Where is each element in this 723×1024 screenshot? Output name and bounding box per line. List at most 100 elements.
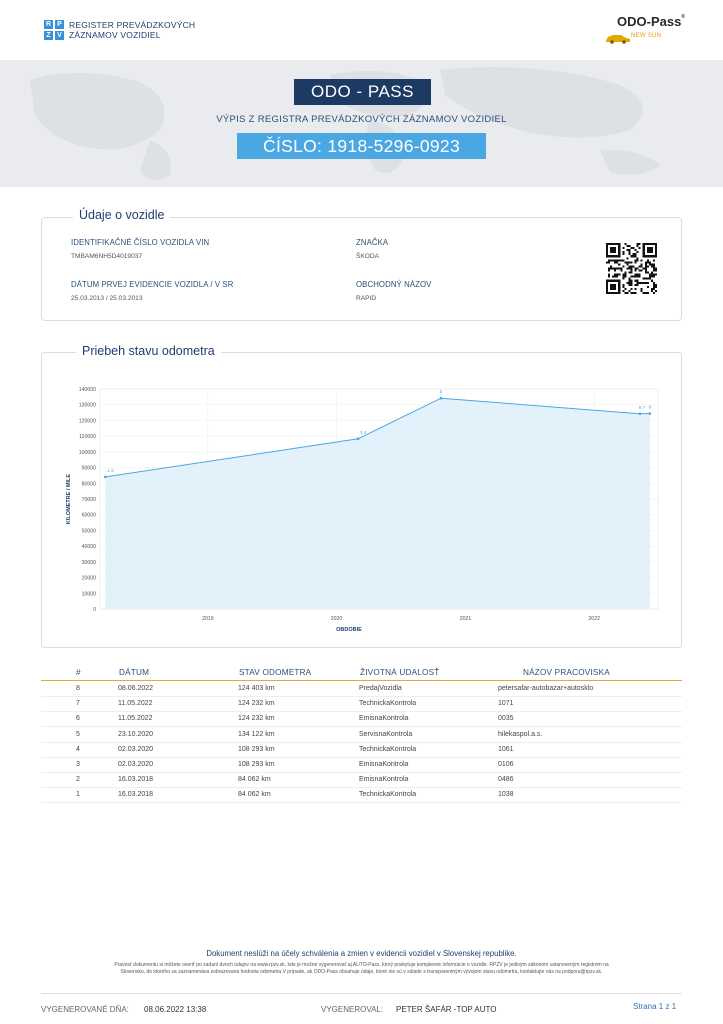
rpzv-logo-text: REGISTER PREVÁDZKOVÝCH ZÁZNAMOV VOZIDIEL	[69, 20, 195, 40]
car-icon	[606, 35, 630, 44]
rpzv-letter: Z	[44, 31, 53, 40]
row-date: 11.05.2022	[118, 700, 153, 708]
column-header-odometer: STAV ODOMETRA	[239, 668, 312, 677]
chart-point-label: 5	[440, 389, 443, 394]
odometer-chart: 0 10000 20000 30000 40000 50000 60000 70000 8000…	[66, 387, 659, 633]
chart-point-label: 1 2	[107, 468, 114, 473]
row-event: TechnickaKontrola	[359, 791, 417, 799]
chart-x-tick-label: 2019	[202, 616, 214, 622]
row-odometer: 84 062 km	[238, 776, 271, 784]
chart-x-axis-label: OBDOBIE	[336, 627, 362, 633]
chart-y-ticks: 0 10000 20000 30000 40000 50000 60000 70000 8000…	[79, 387, 96, 613]
row-odometer: 124 232 km	[238, 700, 275, 708]
title-banner: ODO - PASS VÝPIS Z REGISTRA PREVÁDZKOVÝC…	[0, 60, 723, 187]
row-odometer: 84 062 km	[238, 791, 271, 799]
brand-label: ZNAČKA	[356, 238, 389, 247]
table-row: 4 02.03.2020 108 293 km TechnickaKontrola 10…	[41, 743, 682, 758]
chart-area-fill	[105, 398, 650, 609]
row-workplace: petersafar-autobazar+autosklo	[498, 685, 594, 692]
generated-date-label: VYGENEROVANÉ DŇA:	[41, 1005, 129, 1014]
row-date: 23.10.2020	[118, 730, 154, 738]
row-workplace: 0106	[498, 761, 514, 768]
page-header: R P Z V REGISTER PREVÁDZKOVÝCH ZÁZNAMOV …	[0, 0, 723, 60]
rpzv-logo-line2: ZÁZNAMOV VOZIDIEL	[69, 30, 161, 40]
vin-value: TMBAM6NH5D4019037	[71, 253, 143, 260]
chart-point	[648, 412, 652, 415]
row-odometer: 124 403 km	[238, 685, 275, 692]
column-header-workplace: NÁZOV PRACOVISKA	[523, 668, 610, 677]
document-title: ODO - PASS	[294, 79, 431, 105]
row-index: 5	[76, 730, 80, 738]
table-row: 8 08.06.2022 124 403 km PredajVozidla peters…	[41, 682, 682, 697]
row-event: EmisnaKontrola	[359, 715, 409, 723]
chart-y-tick-label: 40000	[82, 544, 97, 550]
row-index: 4	[76, 745, 80, 753]
table-row: 6 11.05.2022 124 232 km EmisnaKontrola 0035	[41, 712, 682, 728]
column-header-index: #	[76, 668, 81, 677]
table-row: 2 16.03.2018 84 062 km EmisnaKontrola 0486	[41, 773, 682, 789]
row-workplace: hilekaspol.a.s.	[498, 730, 543, 738]
trade-name-label: OBCHODNÝ NÁZOV	[356, 280, 432, 289]
row-date: 02.03.2020	[118, 761, 154, 768]
row-event: TechnickaKontrola	[359, 745, 417, 753]
table-row: 7 11.05.2022 124 232 km TechnickaKontrola 10…	[41, 697, 682, 713]
chart-point-label: 3 4	[360, 430, 367, 435]
odo-pass-logo-name: ODO-Pass®	[617, 14, 685, 29]
row-event: EmisnaKontrola	[359, 761, 409, 768]
footer-disclaimer-line2: Slovensku, do ktorého sa zaznamenáva zob…	[120, 968, 603, 975]
chart-y-axis-label: KILOMETRE / MILE	[66, 474, 72, 524]
chart-y-tick-label: 50000	[82, 528, 97, 534]
vehicle-details-title: Údaje o vozidle	[73, 208, 171, 222]
chart-y-tick-label: 140000	[79, 387, 96, 393]
rpzv-logo-mark: R P Z V	[44, 20, 64, 40]
chart-point	[103, 475, 107, 479]
column-header-date: DÁTUM	[119, 668, 150, 677]
row-date: 16.03.2018	[118, 776, 154, 784]
chart-y-tick-label: 90000	[82, 466, 97, 472]
row-odometer: 134 122 km	[238, 730, 275, 738]
chart-y-tick-label: 80000	[82, 481, 97, 487]
column-header-event: ŽIVOTNÁ UDALOSŤ	[360, 668, 440, 677]
chart-y-tick-label: 110000	[79, 434, 96, 440]
chart-y-tick-label: 10000	[82, 591, 97, 597]
document-subtitle: VÝPIS Z REGISTRA PREVÁDZKOVÝCH ZÁZNAMOV …	[216, 114, 507, 125]
registered-mark: ®	[681, 14, 685, 20]
chart-y-tick-label: 0	[93, 607, 96, 613]
row-odometer: 108 293 km	[238, 761, 275, 768]
row-event: TechnickaKontrola	[359, 700, 417, 708]
rpzv-letter: V	[55, 31, 64, 40]
chart-y-tick-label: 20000	[82, 576, 97, 582]
footer-divider	[41, 993, 682, 994]
footer-disclaimer-line1: Pravosť dokumentu si môžete overiť po za…	[114, 962, 609, 968]
table-row: 5 23.10.2020 134 122 km ServisnaKontrola hil…	[41, 728, 682, 743]
row-workplace: 1038	[498, 791, 514, 799]
row-workplace: 1061	[498, 745, 514, 753]
document-number: ČÍSLO: 1918-5296-0923	[237, 133, 486, 159]
chart-x-tick-label: 2021	[460, 616, 472, 622]
rpzv-logo-line1: REGISTER PREVÁDZKOVÝCH	[69, 20, 196, 30]
table-row: 1 16.03.2018 84 062 km TechnickaKontrola 103…	[41, 788, 682, 804]
footer-notice: Dokument neslúži na účely schválenia a z…	[206, 949, 517, 958]
odo-pass-logo-text: ODO-Pass	[617, 14, 682, 29]
chart-y-tick-label: 60000	[82, 513, 97, 519]
chart-y-tick-label: 100000	[79, 450, 96, 456]
row-index: 3	[76, 761, 80, 768]
chart-y-tick-label: 130000	[79, 403, 96, 409]
row-odometer: 124 232 km	[238, 715, 275, 723]
trade-name-value: RAPID	[356, 295, 377, 302]
row-date: 16.03.2018	[118, 791, 154, 799]
page-number: Strana 1 z 1	[633, 1002, 677, 1011]
generated-by-label: VYGENEROVAL:	[321, 1005, 384, 1014]
row-workplace: 1071	[498, 700, 514, 708]
table-header-divider	[41, 680, 682, 681]
rpzv-letter: P	[55, 20, 64, 29]
chart-x-ticks: 2019 2020 2021 2022	[202, 616, 600, 622]
chart-point	[439, 396, 443, 400]
row-date: 08.06.2022	[118, 685, 154, 692]
row-index: 6	[76, 715, 80, 723]
row-index: 7	[76, 700, 80, 708]
first-registration-value: 25.03.2013 / 25.03.2013	[71, 295, 143, 302]
odo-pass-logo: ODO-Pass® NEW SUN	[603, 14, 685, 46]
row-workplace: 0035	[498, 715, 514, 723]
row-index: 8	[76, 685, 80, 692]
